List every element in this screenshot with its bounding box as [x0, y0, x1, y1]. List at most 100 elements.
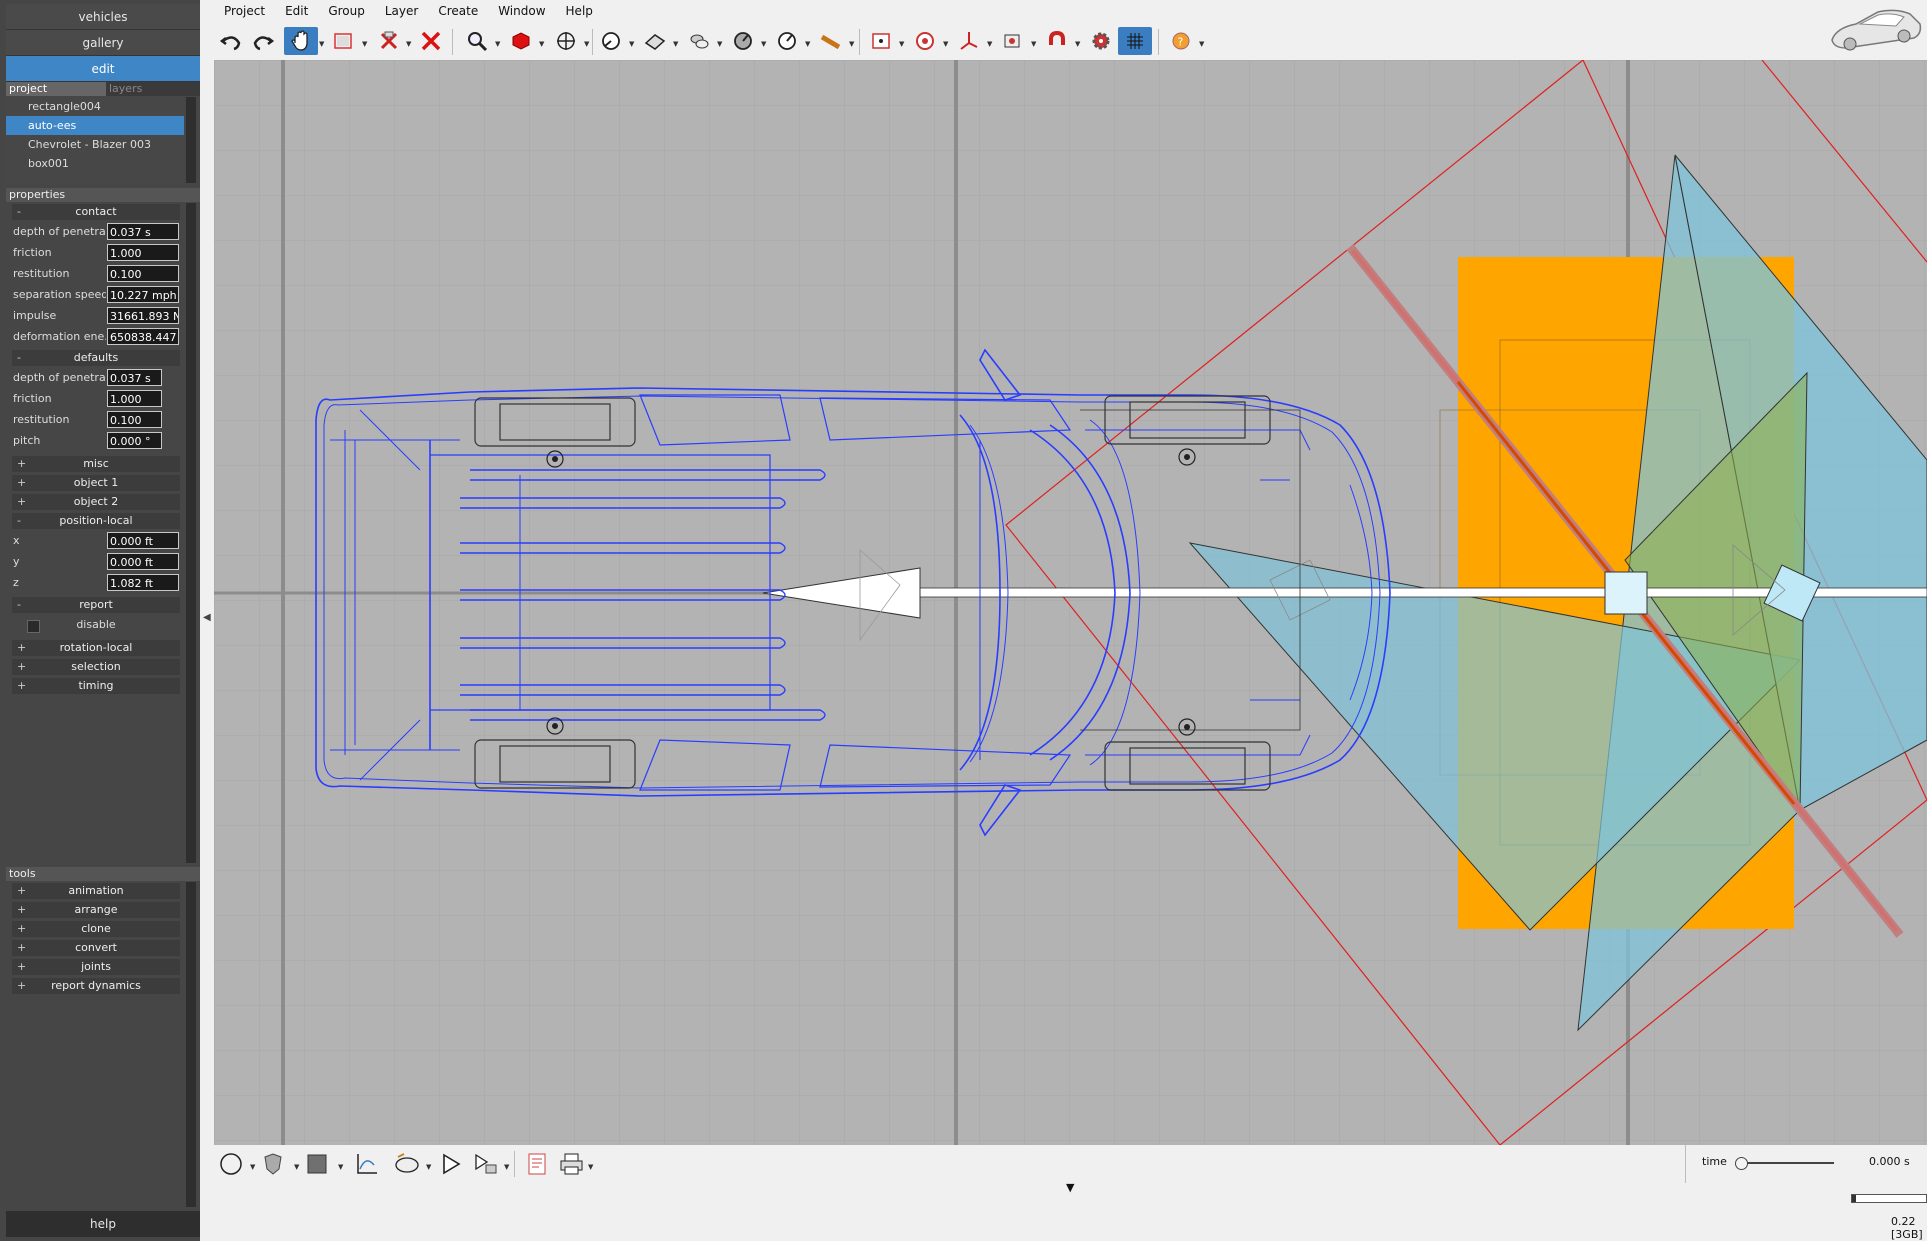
object-color-icon[interactable] [504, 27, 538, 55]
menu-layer[interactable]: Layer [375, 0, 428, 24]
chevron-down-icon[interactable]: ▼ [539, 40, 544, 48]
camera-icon[interactable] [996, 27, 1030, 55]
move-icon[interactable] [549, 27, 583, 55]
chevron-down-icon[interactable]: ▼ [584, 40, 589, 48]
group-position-local[interactable]: - position-local [12, 513, 180, 529]
tools-scrollbar[interactable] [186, 882, 196, 1207]
chevron-down-icon[interactable]: ▼ [761, 40, 766, 48]
position-y-field[interactable]: 0.000 ft [107, 553, 179, 570]
project-item-box001[interactable]: box001 [6, 154, 184, 173]
tool-arrange[interactable]: + arrange [12, 902, 180, 918]
project-item-chevrolet-blazer[interactable]: Chevrolet - Blazer 003 [6, 135, 184, 154]
group-timing[interactable]: + timing [12, 678, 180, 694]
group-toggle[interactable]: + [17, 978, 26, 994]
undo-icon[interactable] [214, 27, 248, 55]
deformation-energy-field[interactable]: 650838.447 J [107, 328, 179, 345]
circle-tool-icon[interactable] [218, 1151, 244, 1177]
chevron-down-icon[interactable]: ▼ [319, 40, 324, 48]
magnet-icon[interactable] [1040, 27, 1074, 55]
print-icon[interactable] [558, 1151, 586, 1177]
chevron-down-icon[interactable]: ▼ [1075, 40, 1080, 48]
time-slider-track[interactable] [1740, 1162, 1834, 1164]
measure-angle-icon[interactable] [594, 27, 628, 55]
default-restitution-field[interactable]: 0.100 [107, 411, 162, 428]
project-item-auto-ees[interactable]: auto-ees [6, 116, 184, 135]
group-toggle[interactable]: + [17, 475, 26, 491]
chevron-down-icon[interactable]: ▼ [1199, 40, 1204, 48]
position-x-field[interactable]: 0.000 ft [107, 532, 179, 549]
group-toggle[interactable]: + [17, 678, 26, 694]
group-toggle[interactable]: + [17, 902, 26, 918]
nav-vehicles-button[interactable]: vehicles [6, 4, 200, 30]
default-pitch-field[interactable]: 0.000 ° [107, 432, 162, 449]
chevron-down-icon[interactable]: ▼ [250, 1163, 255, 1171]
chevron-down-icon[interactable]: ▼ [338, 1163, 343, 1171]
friction-field[interactable]: 1.000 [107, 244, 179, 261]
group-contact[interactable]: - contact [12, 204, 180, 220]
timeline-expand-icon[interactable]: ▼ [1066, 1181, 1074, 1194]
group-toggle[interactable]: + [17, 940, 26, 956]
group-toggle[interactable]: - [17, 350, 21, 366]
group-toggle[interactable]: - [17, 513, 21, 529]
tool-animation[interactable]: + animation [12, 883, 180, 899]
angle-gauge2-icon[interactable] [770, 27, 804, 55]
project-scrollbar[interactable] [186, 97, 196, 183]
menu-window[interactable]: Window [488, 0, 555, 24]
chevron-down-icon[interactable]: ▼ [849, 40, 854, 48]
tab-layers[interactable]: layers [106, 82, 145, 96]
axis-icon[interactable] [952, 27, 986, 55]
chevron-down-icon[interactable]: ▼ [426, 1163, 431, 1171]
chevron-down-icon[interactable]: ▼ [504, 1163, 509, 1171]
graph-icon[interactable] [354, 1151, 380, 1177]
tool-convert[interactable]: + convert [12, 940, 180, 956]
pencil-icon[interactable] [814, 27, 848, 55]
position-z-field[interactable]: 1.082 ft [107, 574, 179, 591]
tool-report-dynamics[interactable]: + report dynamics [12, 978, 180, 994]
group-toggle[interactable]: + [17, 959, 26, 975]
menu-project[interactable]: Project [214, 0, 275, 24]
group-selection[interactable]: + selection [12, 659, 180, 675]
viewport-canvas[interactable] [214, 60, 1927, 1145]
group-defaults[interactable]: - defaults [12, 350, 180, 366]
group-toggle[interactable]: - [17, 597, 21, 613]
tire-icon[interactable] [682, 27, 716, 55]
report-icon[interactable] [524, 1151, 550, 1177]
chevron-down-icon[interactable]: ▼ [294, 1163, 299, 1171]
chevron-down-icon[interactable]: ▼ [588, 1163, 593, 1171]
help-button[interactable]: help [6, 1211, 200, 1237]
group-toggle[interactable]: + [17, 659, 26, 675]
group-object-2[interactable]: + object 2 [12, 494, 180, 510]
properties-scrollbar[interactable] [186, 203, 196, 863]
chevron-down-icon[interactable]: ▼ [629, 40, 634, 48]
project-item-rectangle004[interactable]: rectangle004 [6, 97, 184, 116]
pan-hand-icon[interactable] [284, 27, 318, 55]
select-rectangle-icon[interactable] [326, 27, 360, 55]
default-friction-field[interactable]: 1.000 [107, 390, 162, 407]
play-icon[interactable] [438, 1151, 464, 1177]
chevron-down-icon[interactable]: ▼ [495, 40, 500, 48]
restitution-field[interactable]: 0.100 [107, 265, 179, 282]
tool-clone[interactable]: + clone [12, 921, 180, 937]
delete-icon[interactable] [414, 27, 448, 55]
fill-color-icon[interactable] [304, 1151, 330, 1177]
surface-icon[interactable] [638, 27, 672, 55]
contact-handle-1[interactable] [1604, 571, 1648, 615]
target-icon[interactable] [908, 27, 942, 55]
angle-gauge-icon[interactable] [726, 27, 760, 55]
tab-project[interactable]: project [6, 82, 106, 96]
chevron-down-icon[interactable]: ▼ [673, 40, 678, 48]
group-misc[interactable]: + misc [12, 456, 180, 472]
chevron-down-icon[interactable]: ▼ [805, 40, 810, 48]
menu-group[interactable]: Group [318, 0, 375, 24]
group-object-1[interactable]: + object 1 [12, 475, 180, 491]
help-icon[interactable]: ? [1164, 27, 1198, 55]
nav-gallery-button[interactable]: gallery [6, 30, 200, 56]
chevron-down-icon[interactable]: ▼ [899, 40, 904, 48]
gear-icon[interactable] [1084, 27, 1118, 55]
chevron-down-icon[interactable]: ▼ [1031, 40, 1036, 48]
group-report[interactable]: - report [12, 597, 180, 613]
group-rotation-local[interactable]: + rotation-local [12, 640, 180, 656]
camera-rotate-icon[interactable] [392, 1151, 422, 1177]
shield-shape-icon[interactable] [260, 1151, 286, 1177]
group-toggle[interactable]: + [17, 494, 26, 510]
